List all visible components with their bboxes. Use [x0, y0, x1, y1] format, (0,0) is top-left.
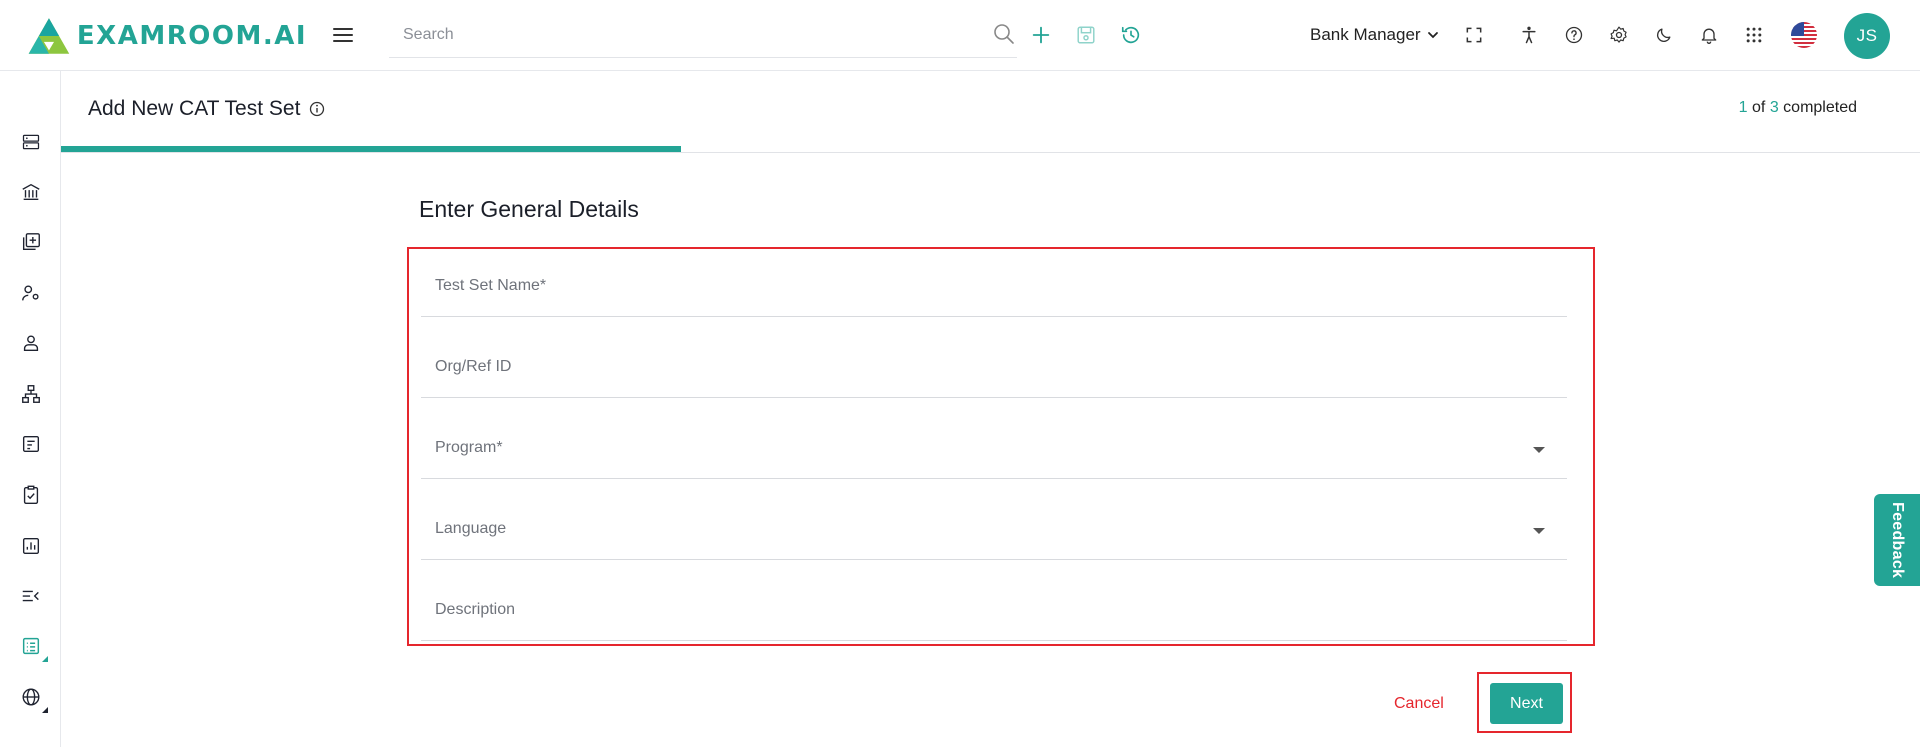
logo-mark-icon [28, 18, 70, 54]
fullscreen-icon[interactable] [1461, 22, 1487, 48]
language-select[interactable] [435, 516, 1515, 542]
org-ref-id-field [421, 332, 1567, 398]
list-collapse-icon[interactable] [18, 583, 44, 609]
form-icon[interactable] [18, 431, 44, 457]
user-avatar[interactable]: JS [1844, 13, 1890, 59]
menu-icon[interactable] [330, 22, 356, 48]
settings-icon[interactable] [1606, 22, 1632, 48]
bank-icon[interactable] [18, 179, 44, 205]
submenu-indicator [42, 656, 48, 662]
add-library-icon[interactable] [18, 229, 44, 255]
feedback-label: Feedback [1889, 501, 1906, 579]
section-title: Enter General Details [419, 196, 639, 222]
feedback-tab[interactable]: Feedback [1874, 494, 1920, 586]
step-counter: 1 of 3 completed [1739, 99, 1857, 117]
hierarchy-icon[interactable] [18, 381, 44, 407]
info-icon[interactable] [308, 100, 326, 118]
globe-settings-icon[interactable] [18, 684, 48, 713]
notifications-icon[interactable] [1696, 22, 1722, 48]
step-of: of [1752, 99, 1766, 116]
general-details-form [407, 247, 1595, 646]
description-field [421, 575, 1567, 641]
language-field [421, 494, 1567, 560]
org-ref-id-input[interactable] [435, 354, 1515, 380]
dropdown-arrow-icon[interactable] [1533, 528, 1545, 534]
page-header: Add New CAT Test Set 1 of 3 completed [61, 71, 1920, 153]
test-set-icon[interactable] [18, 633, 48, 662]
save-icon[interactable] [1073, 22, 1099, 48]
user-icon[interactable] [18, 330, 44, 356]
search-icon[interactable] [992, 22, 1016, 46]
step-suffix: completed [1783, 99, 1857, 116]
description-input[interactable] [435, 597, 1515, 623]
program-field [421, 413, 1567, 479]
submenu-indicator [42, 707, 48, 713]
server-icon[interactable] [18, 129, 44, 155]
role-selector[interactable]: Bank Manager [1310, 22, 1439, 48]
us-flag-icon[interactable] [1791, 22, 1817, 48]
report-icon[interactable] [18, 533, 44, 559]
dark-mode-icon[interactable] [1651, 22, 1677, 48]
program-select[interactable] [435, 435, 1515, 461]
chevron-down-icon [1427, 32, 1438, 39]
progress-bar [61, 146, 681, 152]
page-title: Add New CAT Test Set [88, 97, 301, 120]
user-settings-icon[interactable] [18, 280, 44, 306]
search-bar [389, 14, 1017, 58]
sidebar [0, 71, 61, 747]
help-icon[interactable] [1561, 22, 1587, 48]
search-input[interactable] [403, 14, 963, 56]
dropdown-arrow-icon[interactable] [1533, 447, 1545, 453]
test-set-name-field [421, 251, 1567, 317]
top-header: EXAMROOM.AI Bank Manager [0, 0, 1920, 71]
next-button[interactable]: Next [1490, 683, 1563, 724]
examroom-logo[interactable]: EXAMROOM.AI [27, 13, 307, 59]
clipboard-check-icon[interactable] [18, 482, 44, 508]
test-set-name-input[interactable] [435, 273, 1515, 299]
brand-name: EXAMROOM.AI [76, 21, 307, 51]
step-total: 3 [1769, 99, 1779, 116]
cancel-button[interactable]: Cancel [1394, 690, 1444, 718]
role-label: Bank Manager [1310, 25, 1421, 44]
accessibility-icon[interactable] [1516, 22, 1542, 48]
apps-grid-icon[interactable] [1741, 22, 1767, 48]
add-icon[interactable] [1028, 22, 1054, 48]
step-current: 1 [1738, 99, 1748, 116]
history-icon[interactable] [1118, 22, 1144, 48]
